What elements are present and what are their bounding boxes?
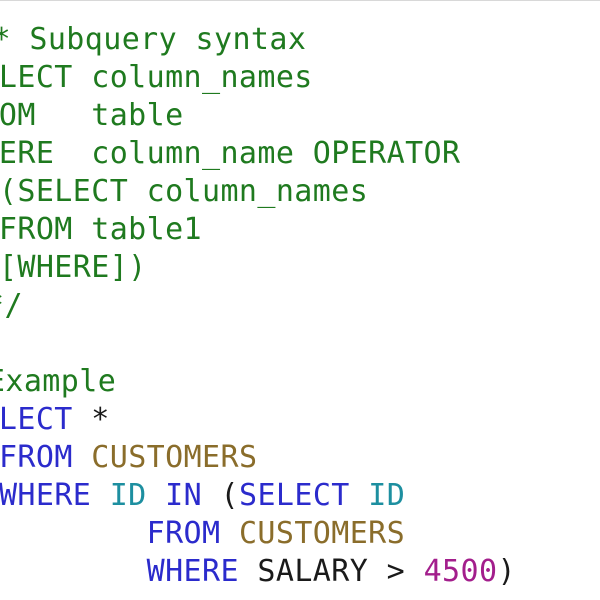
comment-text: */ <box>0 288 23 323</box>
column-id: ID <box>109 478 147 513</box>
code-line-5: (SELECT column_names <box>0 173 368 211</box>
comment-text: [WHERE]) <box>0 250 147 285</box>
salary-column: SALARY <box>257 554 369 589</box>
code-line-3: FROM table <box>0 97 184 135</box>
gt-operator: > <box>386 554 406 589</box>
keyword-from: FROM <box>0 440 73 475</box>
comment-text: WHERE column_name OPERATOR <box>0 136 461 171</box>
keyword-sub-where: WHERE <box>146 554 239 589</box>
code-line-12: FROM CUSTOMERS <box>0 439 257 477</box>
keyword-select: SELECT <box>0 402 73 437</box>
keyword-where: WHERE <box>0 478 92 513</box>
code-line-11: SELECT * <box>0 401 110 439</box>
comment-text: SELECT column_names <box>0 60 313 95</box>
code-line-15: WHERE SALARY > 4500) <box>0 553 516 591</box>
comment-text: FROM table <box>0 98 184 133</box>
code-line-1: /* Subquery syntax <box>0 21 306 59</box>
comment-text: (SELECT column_names <box>0 174 369 209</box>
keyword-sub-select: SELECT <box>239 478 350 513</box>
table-name: CUSTOMERS <box>91 440 258 475</box>
open-paren: ( <box>220 478 239 513</box>
keyword-in: IN <box>165 478 203 513</box>
code-line-8: */ <box>0 287 23 325</box>
comment-text: /* Subquery syntax <box>0 22 307 57</box>
star-operator: * <box>91 402 110 437</box>
code-line-6: FROM table1 <box>0 211 202 249</box>
comment-text: FROM table1 <box>0 212 202 247</box>
close-paren: ) <box>497 554 516 589</box>
code-line-7: [WHERE]) <box>0 249 147 287</box>
keyword-sub-from: FROM <box>146 516 221 551</box>
code-line-13: WHERE ID IN (SELECT ID <box>0 477 405 515</box>
code-line-14: FROM CUSTOMERS <box>0 515 405 553</box>
comment-text: --Example <box>0 364 117 399</box>
sub-table-name: CUSTOMERS <box>238 516 406 551</box>
code-line-4: WHERE column_name OPERATOR <box>0 135 460 173</box>
sub-column-id: ID <box>368 478 406 513</box>
code-line-2: SELECT column_names <box>0 59 313 97</box>
number-literal: 4500 <box>423 554 498 589</box>
code-line-10: --Example <box>0 363 116 401</box>
code-editor[interactable]: /* Subquery syntax SELECT column_names F… <box>0 0 600 600</box>
